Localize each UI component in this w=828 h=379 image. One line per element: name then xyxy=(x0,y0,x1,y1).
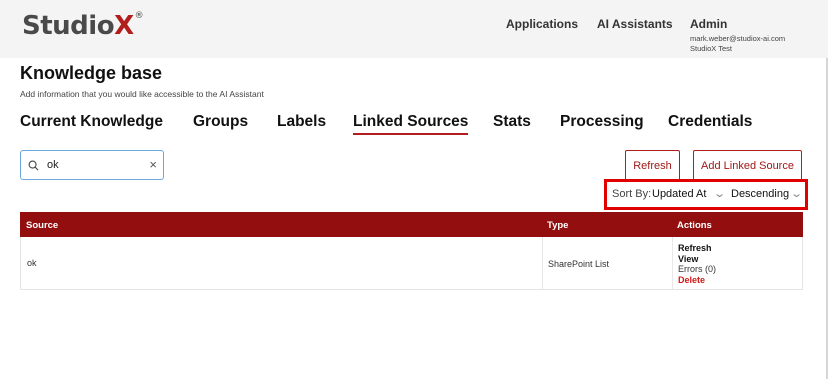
sort-controls: Sort By: Updated At ⌄ Descending ⌄ xyxy=(604,179,808,210)
column-divider xyxy=(542,237,543,289)
column-header-actions: Actions xyxy=(677,220,712,231)
tab-linked-sources[interactable]: Linked Sources xyxy=(353,113,469,135)
tab-groups[interactable]: Groups xyxy=(193,113,248,131)
sort-by-label: Sort By: xyxy=(612,188,652,200)
add-linked-source-button[interactable]: Add Linked Source xyxy=(693,150,802,182)
row-view-link[interactable]: View xyxy=(678,254,716,265)
nav-ai-assistants[interactable]: AI Assistants xyxy=(597,17,673,31)
search-icon xyxy=(28,160,39,171)
user-menu[interactable]: Admin mark.weber@studiox-ai.com StudioX … xyxy=(690,17,785,54)
linked-sources-table: Source Type Actions ok SharePoint List R… xyxy=(20,212,803,290)
page-subtitle: Add information that you would like acce… xyxy=(20,89,264,99)
nav-applications[interactable]: Applications xyxy=(506,17,578,31)
studiox-logo[interactable]: StudioX® xyxy=(22,11,144,41)
type-cell: SharePoint List xyxy=(548,259,610,269)
clear-icon[interactable]: × xyxy=(149,157,157,172)
column-header-type: Type xyxy=(547,220,569,231)
row-errors-link[interactable]: Errors (0) xyxy=(678,264,716,275)
top-bar: StudioX® Applications AI Assistants Admi… xyxy=(0,0,828,58)
chevron-down-icon[interactable]: ⌄ xyxy=(713,187,726,200)
column-divider xyxy=(672,237,673,289)
column-header-source: Source xyxy=(26,220,59,231)
refresh-button[interactable]: Refresh xyxy=(625,150,680,182)
sort-field-select[interactable]: Updated At xyxy=(652,188,706,200)
table-row: ok SharePoint List Refresh View Errors (… xyxy=(20,237,803,290)
page-title: Knowledge base xyxy=(20,63,163,83)
user-org: StudioX Test xyxy=(690,44,732,53)
user-name: Admin xyxy=(690,17,728,31)
row-refresh-link[interactable]: Refresh xyxy=(678,243,716,254)
chevron-down-icon[interactable]: ⌄ xyxy=(790,187,803,200)
source-cell: ok xyxy=(27,258,37,268)
tab-processing[interactable]: Processing xyxy=(560,113,644,131)
row-delete-link[interactable]: Delete xyxy=(678,275,716,286)
actions-cell: Refresh View Errors (0) Delete xyxy=(678,243,716,285)
tab-labels[interactable]: Labels xyxy=(277,113,326,131)
tab-stats[interactable]: Stats xyxy=(493,113,531,131)
search-input[interactable]: ok × xyxy=(20,150,164,180)
sort-order-select[interactable]: Descending xyxy=(731,188,789,200)
tab-current-knowledge[interactable]: Current Knowledge xyxy=(20,113,163,131)
table-header: Source Type Actions xyxy=(20,212,803,237)
search-value: ok xyxy=(47,159,59,171)
user-email: mark.weber@studiox-ai.com xyxy=(690,34,786,43)
tab-credentials[interactable]: Credentials xyxy=(668,113,752,131)
